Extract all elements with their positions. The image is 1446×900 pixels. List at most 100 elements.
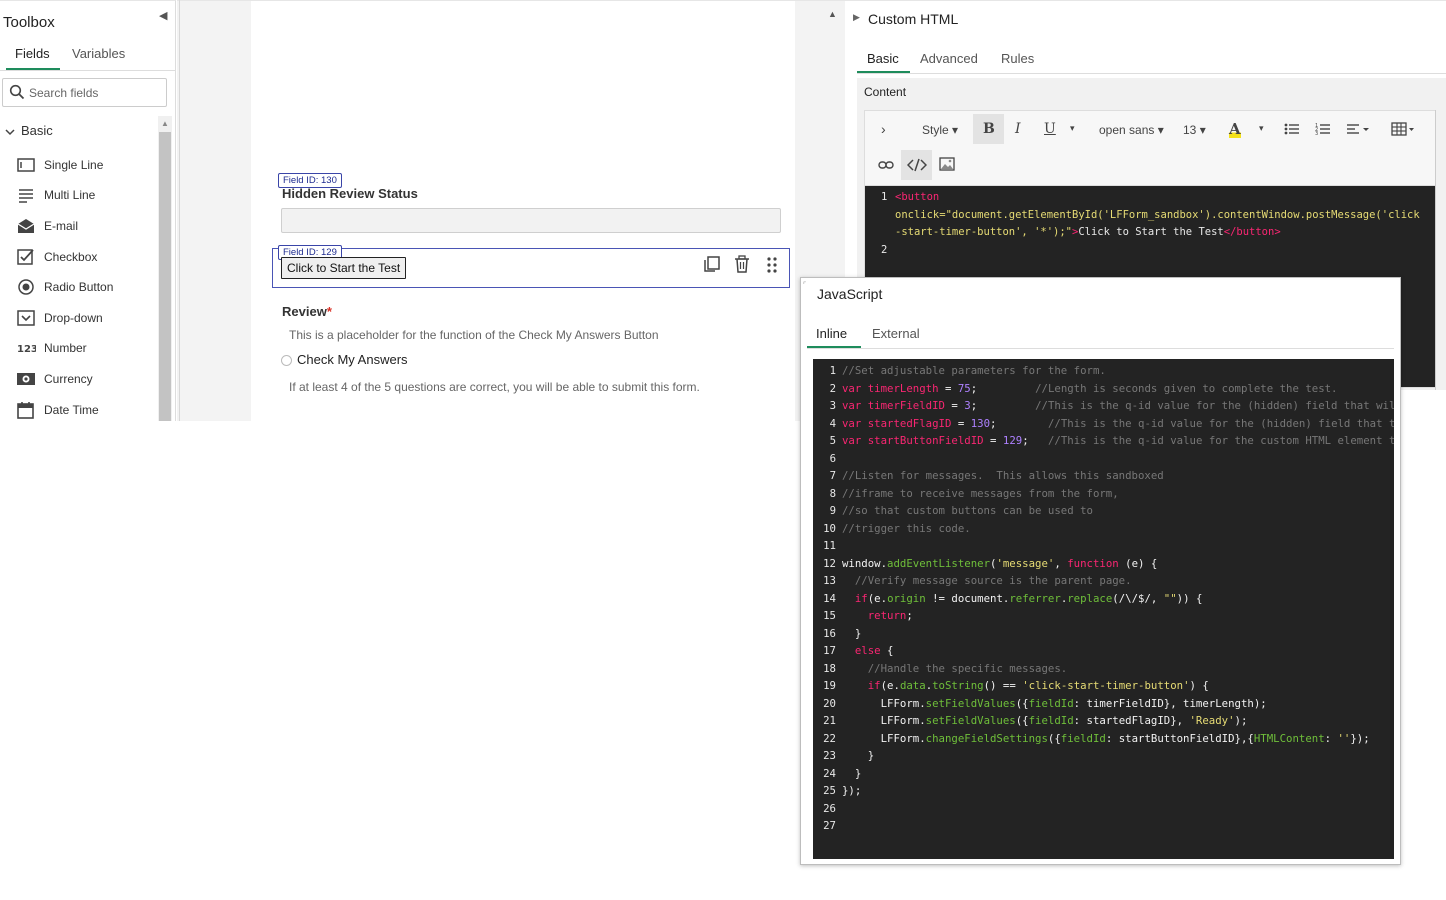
tabs-divider — [857, 73, 1446, 74]
javascript-code-editor[interactable]: 1 //Set adjustable parameters for the for… — [813, 359, 1394, 859]
multi-line-icon — [16, 186, 36, 204]
svg-text:123: 123 — [17, 344, 36, 355]
font-size-dropdown[interactable]: 13 ▾ — [1183, 123, 1206, 137]
code-line: //Handle the specific messages. — [867, 661, 1068, 675]
toolbox-title: Toolbox — [3, 14, 55, 31]
chevron-down-icon[interactable] — [4, 125, 16, 143]
review-label-text: Review — [282, 304, 327, 319]
checkbox-icon — [16, 248, 36, 266]
tab-advanced[interactable]: Advanced — [920, 51, 978, 66]
toolbox-item-label: Single Line — [44, 158, 104, 172]
code-line: var timerFieldID = 3; //This is the q-id… — [842, 399, 1394, 412]
scrollbar-thumb[interactable] — [159, 132, 171, 421]
svg-text:3: 3 — [1315, 131, 1318, 136]
code-line: //Listen for messages. This allows this … — [842, 469, 1164, 482]
code-line: return; — [867, 609, 913, 622]
toolbox-item-label: Drop-down — [44, 311, 103, 325]
code-line: } — [842, 766, 862, 780]
underline-button[interactable]: U — [1044, 121, 1056, 137]
line-number: 20 — [823, 696, 836, 710]
toolbox-item-radio-button[interactable]: Radio Button — [16, 275, 156, 301]
line-number: 19 — [823, 679, 836, 692]
line-number: 2 — [881, 244, 888, 256]
italic-button[interactable]: I — [1015, 121, 1021, 137]
start-test-button[interactable]: Click to Start the Test — [281, 257, 407, 279]
tab-fields[interactable]: Fields — [15, 46, 50, 61]
image-icon[interactable] — [939, 157, 955, 176]
line-number: 18 — [823, 661, 836, 675]
line-number: 10 — [823, 521, 836, 535]
line-number: 12 — [823, 556, 836, 570]
underline-dropdown-icon[interactable]: ▾ — [1070, 123, 1075, 134]
collapse-toolbox-icon[interactable]: ◀ — [159, 9, 167, 22]
table-icon[interactable] — [1391, 122, 1415, 141]
check-my-answers-radio[interactable] — [281, 355, 292, 366]
line-number: 17 — [823, 644, 836, 657]
code-line: //so that custom buttons can be used to — [842, 504, 1093, 517]
bold-button[interactable]: B — [983, 121, 995, 137]
font-family-dropdown[interactable]: open sans ▾ — [1099, 123, 1164, 137]
toolbox-item-multi-line[interactable]: Multi Line — [16, 183, 156, 209]
tab-inline[interactable]: Inline — [816, 326, 847, 341]
resize-handle-icon[interactable]: ⌜ — [803, 281, 806, 289]
content-label: Content — [864, 85, 907, 99]
toolbox-item-dropdown[interactable]: Drop-down — [16, 306, 156, 332]
review-note: If at least 4 of the 5 questions are cor… — [289, 380, 700, 394]
toolbox-item-currency[interactable]: Currency — [16, 367, 156, 393]
line-number: 4 — [829, 416, 836, 430]
delete-icon[interactable] — [733, 255, 751, 278]
toolbox-scrollbar[interactable]: ▲ — [158, 116, 172, 421]
highlight-button[interactable]: A — [1229, 120, 1241, 138]
line-number: 3 — [829, 399, 836, 412]
copy-icon[interactable] — [703, 255, 721, 278]
tab-basic[interactable]: Basic — [867, 51, 899, 66]
align-icon[interactable] — [1346, 122, 1370, 141]
tab-external[interactable]: External — [872, 326, 920, 341]
line-number: 23 — [823, 749, 836, 762]
code-line: } — [842, 749, 875, 762]
scroll-up-icon[interactable]: ▲ — [828, 9, 837, 19]
line-number: 15 — [823, 609, 836, 622]
tab-rules[interactable]: Rules — [1001, 51, 1034, 66]
toolbox-item-date-time[interactable]: Date Time — [16, 398, 156, 424]
toolbox-item-email[interactable]: E-mail — [16, 214, 156, 240]
line-number: 5 — [829, 434, 836, 447]
highlight-dropdown-icon[interactable]: ▾ — [1259, 123, 1264, 134]
code-line: LFForm.setFieldValues({fieldId: startedF… — [842, 714, 1248, 727]
style-dropdown[interactable]: Style ▾ — [922, 123, 958, 137]
link-icon[interactable] — [878, 158, 894, 176]
numbered-list-icon[interactable]: 123 — [1315, 122, 1331, 141]
section-basic-label[interactable]: Basic — [21, 123, 53, 138]
code-line: if(e.origin != document.referrer.replace… — [854, 591, 1203, 605]
bullet-list-icon[interactable] — [1284, 122, 1300, 141]
single-line-icon — [16, 156, 36, 174]
toolbox-item-label: E-mail — [44, 219, 79, 233]
scroll-up-icon[interactable]: ▲ — [161, 119, 169, 128]
line-number: 9 — [829, 504, 836, 517]
code-view-button[interactable] — [901, 150, 932, 180]
toolbox-item-label: Multi Line — [44, 188, 96, 202]
hidden-review-status-input[interactable] — [281, 208, 781, 233]
expand-arrow-icon[interactable]: ▶ — [853, 12, 860, 23]
line-number: 11 — [823, 539, 836, 552]
search-input[interactable] — [29, 85, 163, 101]
toolbox-item-single-line[interactable]: Single Line — [16, 153, 156, 179]
font-size-label: 13 — [1183, 123, 1197, 137]
required-asterisk: * — [326, 304, 332, 319]
line-number: 7 — [829, 469, 836, 482]
toolbox-item-label: Date Time — [44, 403, 99, 417]
toolbox-item-checkbox[interactable]: Checkbox — [16, 245, 156, 271]
drag-handle-icon[interactable] — [765, 256, 779, 279]
code-tag-open: <button — [895, 191, 940, 203]
search-box — [2, 78, 167, 107]
chevron-right-icon[interactable]: › — [881, 121, 886, 137]
code-line: else { — [854, 644, 894, 657]
check-my-answers-label[interactable]: Check My Answers — [297, 352, 408, 367]
tab-variables[interactable]: Variables — [72, 46, 125, 61]
code-line: var startButtonFieldID = 129; //This is … — [842, 434, 1394, 447]
email-icon — [16, 217, 36, 235]
panel-scrollbar[interactable] — [1435, 110, 1436, 390]
field-id-badge: Field ID: 130 — [278, 173, 342, 188]
toolbox-item-number[interactable]: 123 Number — [16, 336, 156, 362]
code-tag-close: </button> — [1223, 226, 1281, 238]
